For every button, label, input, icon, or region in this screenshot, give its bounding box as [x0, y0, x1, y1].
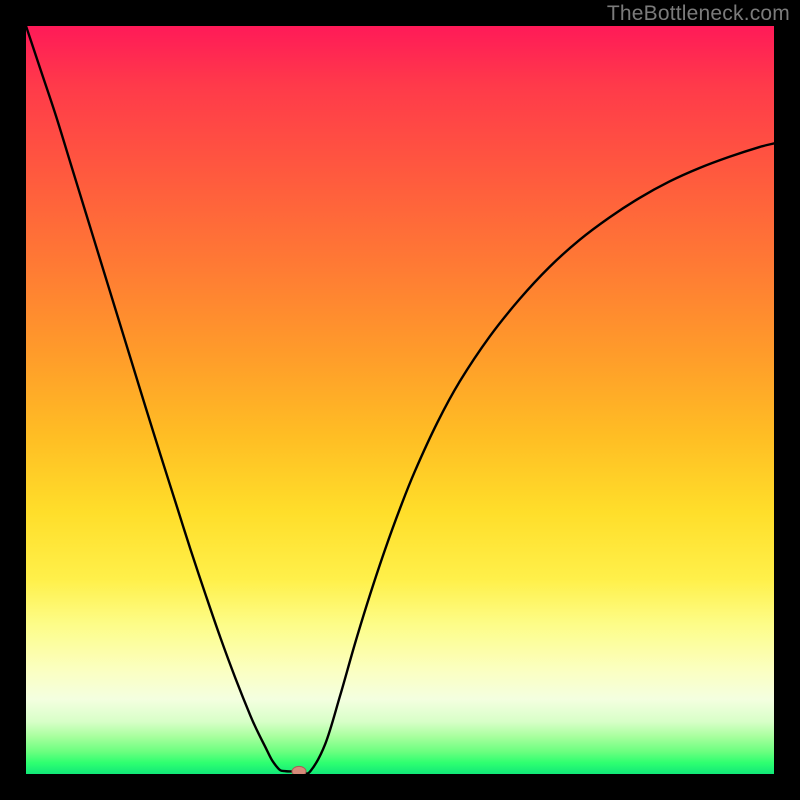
- chart-frame: TheBottleneck.com: [0, 0, 800, 800]
- watermark-text: TheBottleneck.com: [607, 2, 790, 26]
- bottleneck-curve: [26, 26, 774, 774]
- minimum-marker: [292, 766, 306, 774]
- curve-path: [26, 26, 774, 774]
- plot-area: [26, 26, 774, 774]
